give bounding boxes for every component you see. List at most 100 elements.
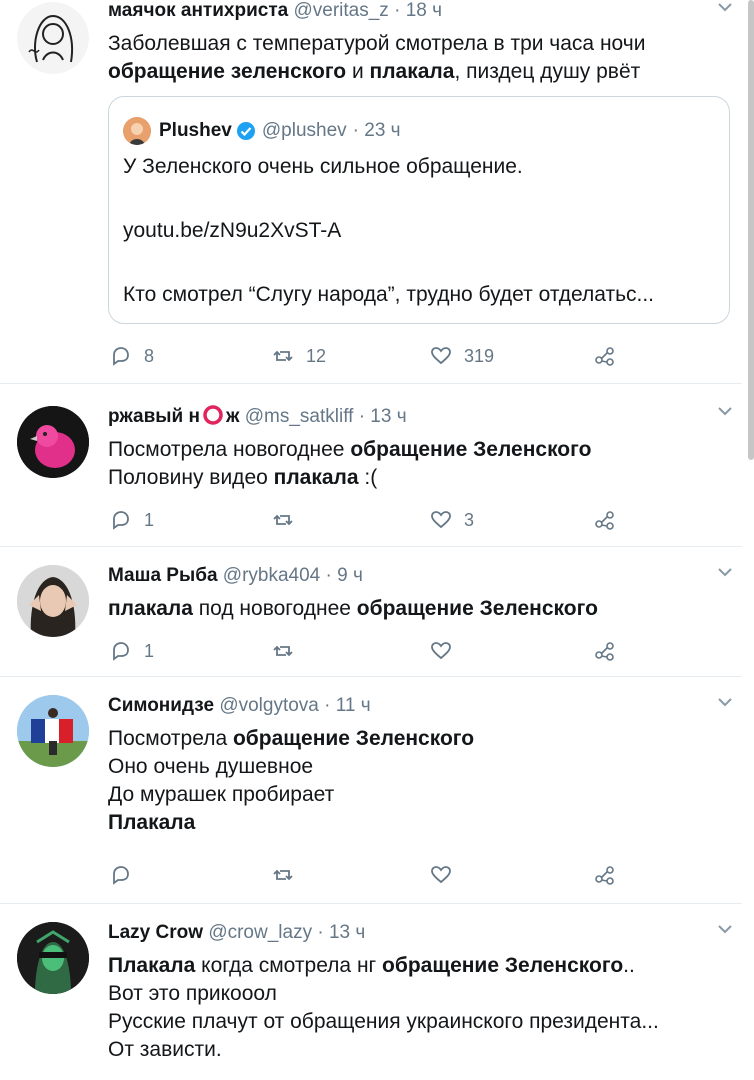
text-segment: Вот это прикооол bbox=[108, 982, 277, 1005]
reply-icon bbox=[113, 347, 129, 366]
chevron-down-icon[interactable] bbox=[716, 404, 734, 418]
timestamp[interactable]: · 11 ч bbox=[324, 695, 371, 716]
text-segment: Посмотрела новогоднее bbox=[108, 438, 351, 461]
reply-count: 1 bbox=[144, 509, 155, 530]
text-segment: До мурашек пробирает bbox=[108, 783, 335, 806]
share-button[interactable] bbox=[594, 508, 628, 532]
display-name[interactable]: Маша Рыба bbox=[108, 565, 218, 586]
text-segment: и bbox=[346, 60, 370, 83]
share-button[interactable] bbox=[594, 863, 628, 887]
timestamp[interactable]: · 18 ч bbox=[394, 0, 442, 21]
text-segment: Русские плачут от обращения украинского … bbox=[108, 1010, 659, 1033]
scrollbar[interactable] bbox=[748, 0, 754, 460]
highlighted-text: обращение Зеленского bbox=[356, 597, 598, 620]
reply-icon bbox=[113, 511, 129, 530]
handle[interactable]: @rybka404 bbox=[223, 565, 320, 586]
tweet-text-line: Плакала когда смотрела нг обращение Зеле… bbox=[108, 952, 734, 980]
tweet[interactable]: ржавый нж @ms_satkliff · 13 ч Посмотрела… bbox=[0, 384, 742, 547]
chevron-down-icon[interactable] bbox=[716, 565, 734, 579]
text-segment: Заболевшая с температурой смотрела в три… bbox=[108, 32, 646, 55]
avatar[interactable] bbox=[17, 406, 89, 478]
reply-count: 1 bbox=[144, 640, 155, 661]
heart-icon bbox=[431, 642, 451, 660]
highlighted-text: обращение Зеленского bbox=[382, 954, 624, 977]
tweet-text-line: Плакала bbox=[108, 809, 734, 837]
display-name[interactable]: Lazy Crow bbox=[108, 922, 203, 943]
tweet-text-line: Половину видео плакала :( bbox=[108, 464, 734, 492]
avatar[interactable] bbox=[17, 922, 89, 994]
quoted-tweet[interactable]: Plushev @plushev · 23 ч У Зеленского оче… bbox=[108, 96, 730, 324]
quoted-text-line: У Зеленского очень сильное обращение. bbox=[123, 155, 523, 178]
tweet-text-line: От зависти. bbox=[108, 1036, 734, 1064]
timestamp[interactable]: · 13 ч bbox=[359, 406, 407, 427]
tweet-text: Посмотрела обращение Зеленского Оно очень… bbox=[108, 725, 734, 837]
like-button[interactable]: 3 bbox=[430, 508, 474, 532]
tweet-actions bbox=[108, 863, 628, 887]
share-icon bbox=[595, 866, 614, 885]
retweet-button[interactable] bbox=[272, 508, 306, 532]
verified-badge-icon bbox=[236, 122, 255, 140]
chevron-down-icon[interactable] bbox=[716, 922, 734, 936]
text-segment: Оно очень душевное bbox=[108, 755, 314, 778]
retweet-button[interactable] bbox=[272, 863, 306, 887]
tweet[interactable]: Маша Рыба @rybka404 · 9 ч плакала под но… bbox=[0, 547, 742, 677]
like-button[interactable] bbox=[430, 863, 464, 887]
text-segment: когда смотрела нг bbox=[195, 954, 383, 977]
reply-button[interactable] bbox=[110, 863, 144, 887]
display-name[interactable]: ржавый нж bbox=[108, 405, 239, 427]
quoted-link[interactable]: youtu.be/zN9u2XvST-A bbox=[123, 219, 341, 243]
highlighted-text: плакала bbox=[369, 60, 455, 83]
tweet[interactable]: маячок антихриста @veritas_z · 18 ч Забо… bbox=[0, 0, 742, 384]
display-name[interactable]: маячок антихриста bbox=[108, 0, 288, 21]
handle[interactable]: @veritas_z bbox=[293, 0, 388, 21]
heart-icon bbox=[431, 511, 451, 529]
heart-icon bbox=[431, 347, 451, 365]
quoted-text-line: Кто смотрел “Слугу народа”, трудно будет… bbox=[123, 283, 655, 306]
reply-icon bbox=[113, 866, 129, 885]
tweet-text-line: Оно очень душевное bbox=[108, 753, 734, 781]
tweet-text-line: До мурашек пробирает bbox=[108, 781, 734, 809]
red-circle-icon bbox=[203, 405, 223, 425]
reply-icon bbox=[113, 642, 129, 661]
tweet-text-line: Вот это прикооол bbox=[108, 980, 734, 1008]
avatar[interactable] bbox=[17, 2, 89, 74]
handle[interactable]: @ms_satkliff bbox=[245, 406, 354, 427]
chevron-down-icon[interactable] bbox=[716, 0, 734, 14]
tweet-actions: 8 12 319 bbox=[108, 344, 628, 368]
reply-button[interactable]: 1 bbox=[110, 639, 154, 663]
quoted-display-name: Plushev bbox=[159, 120, 232, 141]
share-icon bbox=[595, 347, 614, 366]
text-segment: .. bbox=[623, 954, 635, 977]
reply-count: 8 bbox=[144, 345, 155, 366]
highlighted-text: обращение Зеленского bbox=[350, 438, 592, 461]
tweet-text-line: Посмотрела новогоднее обращение Зеленско… bbox=[108, 436, 734, 464]
like-count: 319 bbox=[464, 345, 495, 366]
retweet-button[interactable]: 12 bbox=[272, 344, 326, 368]
text-segment: Посмотрела bbox=[108, 727, 233, 750]
handle[interactable]: @volgytova bbox=[219, 695, 319, 716]
avatar[interactable] bbox=[17, 695, 89, 767]
display-name[interactable]: Симонидзе bbox=[108, 695, 214, 716]
like-button[interactable]: 319 bbox=[430, 344, 494, 368]
tweet-text-line: плакала под новогоднее обращение Зеленск… bbox=[108, 595, 734, 623]
tweet[interactable]: Lazy Crow @crow_lazy · 13 ч Плакала когд… bbox=[0, 904, 742, 1080]
tweet[interactable]: Симонидзе @volgytova · 11 ч Посмотрела о… bbox=[0, 677, 742, 904]
retweet-button[interactable] bbox=[272, 639, 306, 663]
reply-button[interactable]: 1 bbox=[110, 508, 154, 532]
share-button[interactable] bbox=[594, 344, 628, 368]
quoted-tweet-header: Plushev @plushev · 23 ч bbox=[123, 117, 401, 145]
chevron-down-icon[interactable] bbox=[716, 695, 734, 709]
tweet-text: Посмотрела новогоднее обращение Зеленско… bbox=[108, 436, 734, 492]
tweet-header: ржавый нж @ms_satkliff · 13 ч bbox=[108, 404, 734, 428]
avatar[interactable] bbox=[17, 565, 89, 637]
tweet-header: Симонидзе @volgytova · 11 ч bbox=[108, 695, 734, 717]
like-button[interactable] bbox=[430, 639, 464, 663]
text-segment: :( bbox=[358, 466, 378, 489]
text-segment: От зависти. bbox=[108, 1038, 222, 1061]
share-button[interactable] bbox=[594, 639, 628, 663]
tweet-text-line: Заболевшая с температурой смотрела в три… bbox=[108, 30, 734, 58]
reply-button[interactable]: 8 bbox=[110, 344, 154, 368]
timestamp[interactable]: · 13 ч bbox=[317, 922, 365, 943]
timestamp[interactable]: · 9 ч bbox=[326, 565, 363, 586]
handle[interactable]: @crow_lazy bbox=[208, 922, 312, 943]
